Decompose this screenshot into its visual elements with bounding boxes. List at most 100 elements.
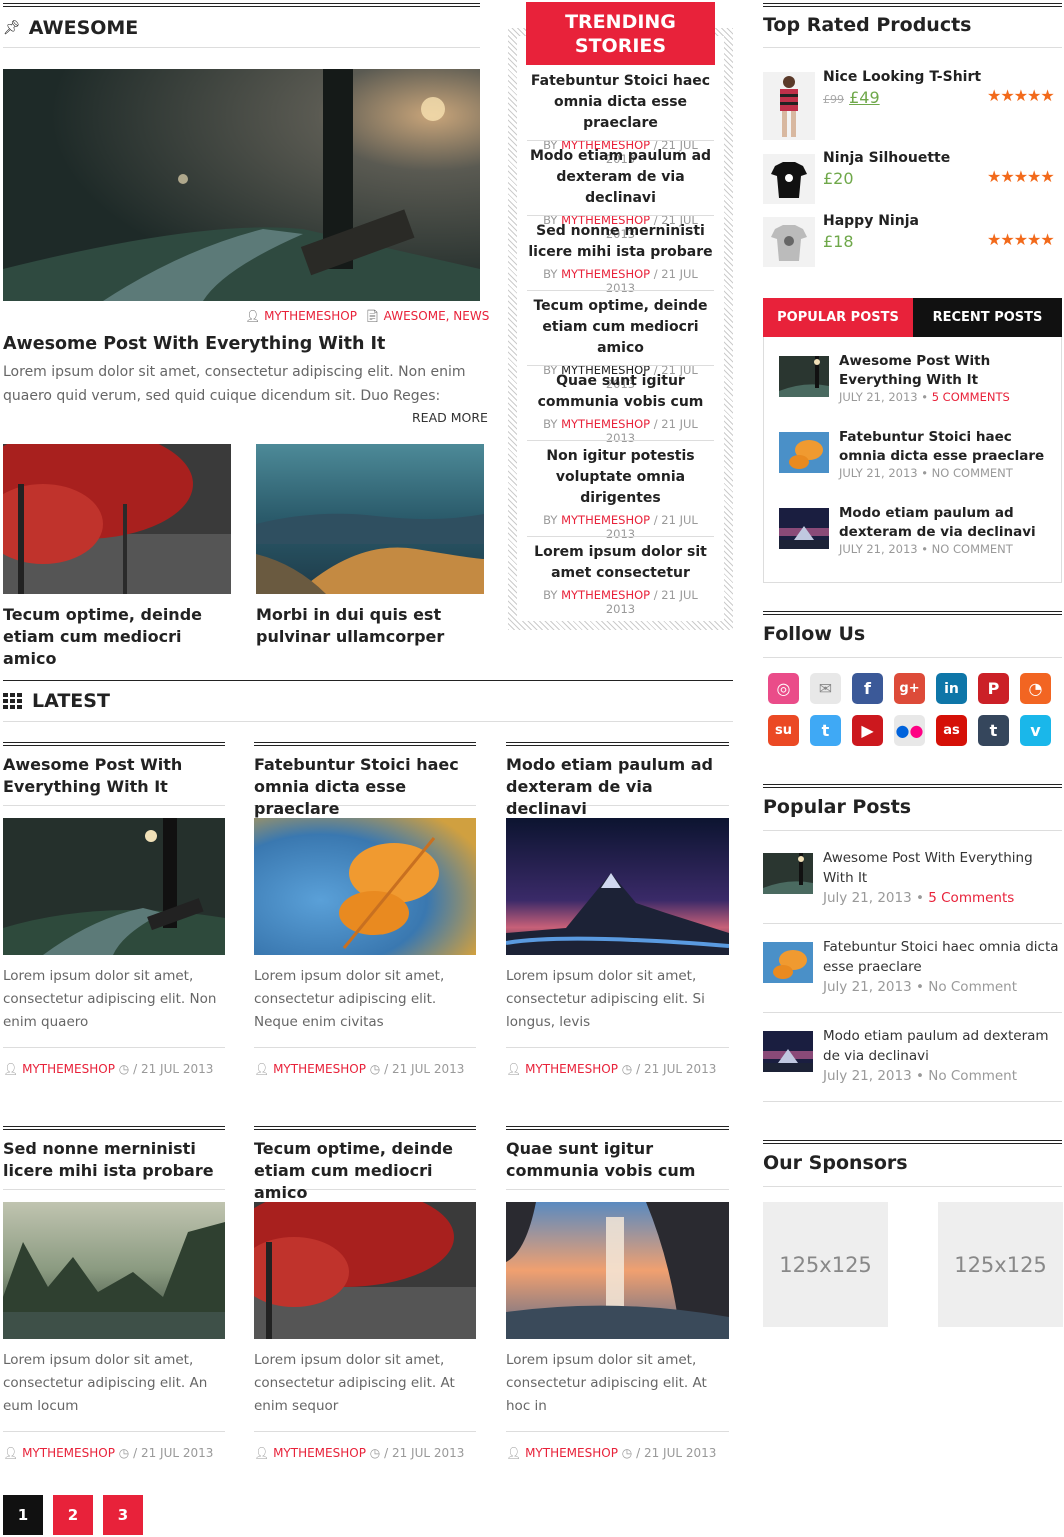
latest-post-excerpt: Lorem ipsum dolor sit amet, consectetur … — [506, 968, 705, 1030]
sponsor-ad-1[interactable]: 125x125 — [763, 1202, 888, 1327]
trending-author[interactable]: MYTHEMESHOP — [561, 417, 650, 431]
featured-meta: 👤︎ MYTHEMESHOP 📄︎ AWESOME, NEWS — [245, 309, 489, 323]
trending-author[interactable]: MYTHEMESHOP — [561, 588, 650, 602]
small-post-title-1[interactable]: Tecum optime, deinde etiam cum mediocri … — [3, 604, 233, 670]
trending-item-title[interactable]: Non igitur potestis voluptate omnia diri… — [527, 446, 714, 509]
trending-item[interactable]: Lorem ipsum dolor sit amet consectetur B… — [527, 542, 714, 616]
latest-post-image[interactable] — [506, 1202, 729, 1339]
divider — [527, 140, 714, 141]
popular-post-title[interactable]: Fatebuntur Stoici haec omnia dicta esse … — [823, 937, 1061, 977]
youtube-icon[interactable]: ▶ — [852, 715, 883, 746]
pinterest-icon[interactable]: P — [978, 673, 1009, 704]
tab-post-thumb[interactable] — [779, 508, 829, 549]
latest-post-image[interactable] — [254, 818, 476, 955]
latest-post-title[interactable]: Quae sunt igitur communia vobis cum — [506, 1138, 729, 1182]
post-date: / 21 JUL 2013 — [636, 1062, 717, 1076]
tab-recent-posts[interactable]: RECENT POSTS — [913, 298, 1062, 337]
awesome-heading: 📌︎ AWESOME — [3, 16, 138, 40]
tab-post-title[interactable]: Modo etiam paulum ad dexteram de via dec… — [839, 504, 1049, 542]
small-post-image-1[interactable] — [3, 444, 231, 594]
latest-post-title[interactable]: Sed nonne merninisti licere mihi ista pr… — [3, 1138, 225, 1182]
trending-item-title[interactable]: Quae sunt igitur communia vobis cum — [527, 371, 714, 413]
popular-post-thumb[interactable] — [763, 1031, 813, 1072]
facebook-icon[interactable]: f — [852, 673, 883, 704]
latest-post-image[interactable] — [3, 818, 225, 955]
trending-item-title[interactable]: Fatebuntur Stoici haec omnia dicta esse … — [527, 71, 714, 134]
small-post-title-2[interactable]: Morbi in dui quis est pulvinar ullamcorp… — [256, 604, 456, 648]
trending-item[interactable]: Quae sunt igitur communia vobis cum BY M… — [527, 371, 714, 445]
flickr-icon[interactable]: ● ● — [894, 715, 925, 746]
featured-author[interactable]: MYTHEMESHOP — [264, 309, 357, 323]
popular-post-thumb[interactable] — [763, 942, 813, 983]
divider — [527, 215, 714, 216]
sponsor-ad-2[interactable]: 125x125 — [938, 1202, 1063, 1327]
product-name[interactable]: Ninja Silhouette — [823, 150, 950, 166]
trending-item-title[interactable]: Lorem ipsum dolor sit amet consectetur — [527, 542, 714, 584]
tab-post-thumb[interactable] — [779, 432, 829, 473]
grid-icon — [3, 693, 22, 709]
post-author[interactable]: MYTHEMESHOP — [525, 1446, 618, 1460]
latest-post-meta: 👤︎ MYTHEMESHOP ◷ / 21 JUL 2013 — [506, 1446, 729, 1460]
popular-post-title[interactable]: Modo etiam paulum ad dexteram de via dec… — [823, 1026, 1058, 1066]
post-author[interactable]: MYTHEMESHOP — [273, 1062, 366, 1076]
trending-item-title[interactable]: Tecum optime, deinde etiam cum mediocri … — [527, 296, 714, 359]
page-button-1[interactable]: 1 — [3, 1495, 43, 1535]
post-author[interactable]: MYTHEMESHOP — [273, 1446, 366, 1460]
sponsors-title: Our Sponsors — [763, 1152, 908, 1174]
twitter-icon[interactable]: t — [810, 715, 841, 746]
vimeo-icon[interactable]: v — [1020, 715, 1051, 746]
divider — [527, 440, 714, 441]
page-button-2[interactable]: 2 — [53, 1495, 93, 1535]
latest-post-title[interactable]: Awesome Post With Everything With It — [3, 754, 225, 798]
latest-post-title[interactable]: Fatebuntur Stoici haec omnia dicta esse … — [254, 754, 476, 818]
latest-post-title[interactable]: Modo etiam paulum ad dexteram de via dec… — [506, 754, 729, 818]
trending-item[interactable]: Sed nonne merninisti licere mihi ista pr… — [527, 221, 714, 295]
product-thumb-happy-ninja[interactable] — [763, 217, 815, 267]
lastfm-icon[interactable]: as — [936, 715, 967, 746]
latest-post-image[interactable] — [254, 1202, 476, 1339]
trending-item-title[interactable]: Sed nonne merninisti licere mihi ista pr… — [527, 221, 714, 263]
featured-image[interactable] — [3, 69, 480, 301]
featured-categories[interactable]: AWESOME, NEWS — [384, 309, 490, 323]
tab-post-title[interactable]: Awesome Post With Everything With It — [839, 352, 1049, 390]
product-name[interactable]: Nice Looking T-Shirt — [823, 69, 981, 85]
latest-post-image[interactable] — [3, 1202, 225, 1339]
latest-post-meta: 👤︎ MYTHEMESHOP ◷ / 21 JUL 2013 — [3, 1062, 225, 1076]
dribbble-icon[interactable]: ◎ — [768, 673, 799, 704]
latest-post-title[interactable]: Tecum optime, deinde etiam cum mediocri … — [254, 1138, 476, 1202]
follow-border — [763, 611, 1062, 615]
rss-icon[interactable]: ◔ — [1020, 673, 1051, 704]
small-post-image-2[interactable] — [256, 444, 484, 594]
trending-author[interactable]: MYTHEMESHOP — [561, 513, 650, 527]
post-author[interactable]: MYTHEMESHOP — [22, 1446, 115, 1460]
linkedin-icon[interactable]: in — [936, 673, 967, 704]
product-thumb-tshirt[interactable] — [763, 72, 815, 140]
page-button-3[interactable]: 3 — [103, 1495, 143, 1535]
sponsors-border — [763, 1140, 1062, 1144]
post-author[interactable]: MYTHEMESHOP — [22, 1062, 115, 1076]
popular-post-comments[interactable]: 5 Comments — [928, 890, 1014, 906]
googleplus-icon[interactable]: g+ — [894, 673, 925, 704]
popular-post-item: Awesome Post With Everything With It Jul… — [823, 848, 1058, 908]
post-author[interactable]: MYTHEMESHOP — [525, 1062, 618, 1076]
email-icon[interactable]: ✉ — [810, 673, 841, 704]
tab-post-title[interactable]: Fatebuntur Stoici haec omnia dicta esse … — [839, 428, 1054, 466]
trending-item[interactable]: Non igitur potestis voluptate omnia diri… — [527, 446, 714, 541]
popular-post-thumb[interactable] — [763, 853, 813, 894]
tab-post-thumb[interactable] — [779, 356, 829, 397]
latest-post-image[interactable] — [506, 818, 729, 955]
product-thumb-ninja-silhouette[interactable] — [763, 154, 815, 204]
popular-post-title[interactable]: Awesome Post With Everything With It — [823, 848, 1058, 888]
product-name[interactable]: Happy Ninja — [823, 213, 919, 229]
tab-popular-posts[interactable]: POPULAR POSTS — [763, 298, 913, 337]
latest-post-excerpt: Lorem ipsum dolor sit amet, consectetur … — [254, 1352, 455, 1414]
trending-author[interactable]: MYTHEMESHOP — [561, 267, 650, 281]
stumbleupon-icon[interactable]: su — [768, 715, 799, 746]
tab-post-comments[interactable]: 5 COMMENTS — [932, 390, 1010, 404]
read-more-link[interactable]: READ MORE — [412, 410, 488, 425]
by-label: BY — [543, 513, 558, 527]
trending-item-title[interactable]: Modo etiam paulum ad dexteram de via dec… — [527, 146, 714, 209]
latest-post-excerpt: Lorem ipsum dolor sit amet, consectetur … — [506, 1352, 707, 1414]
tumblr-icon[interactable]: t — [978, 715, 1009, 746]
featured-title[interactable]: Awesome Post With Everything With It — [3, 333, 483, 355]
